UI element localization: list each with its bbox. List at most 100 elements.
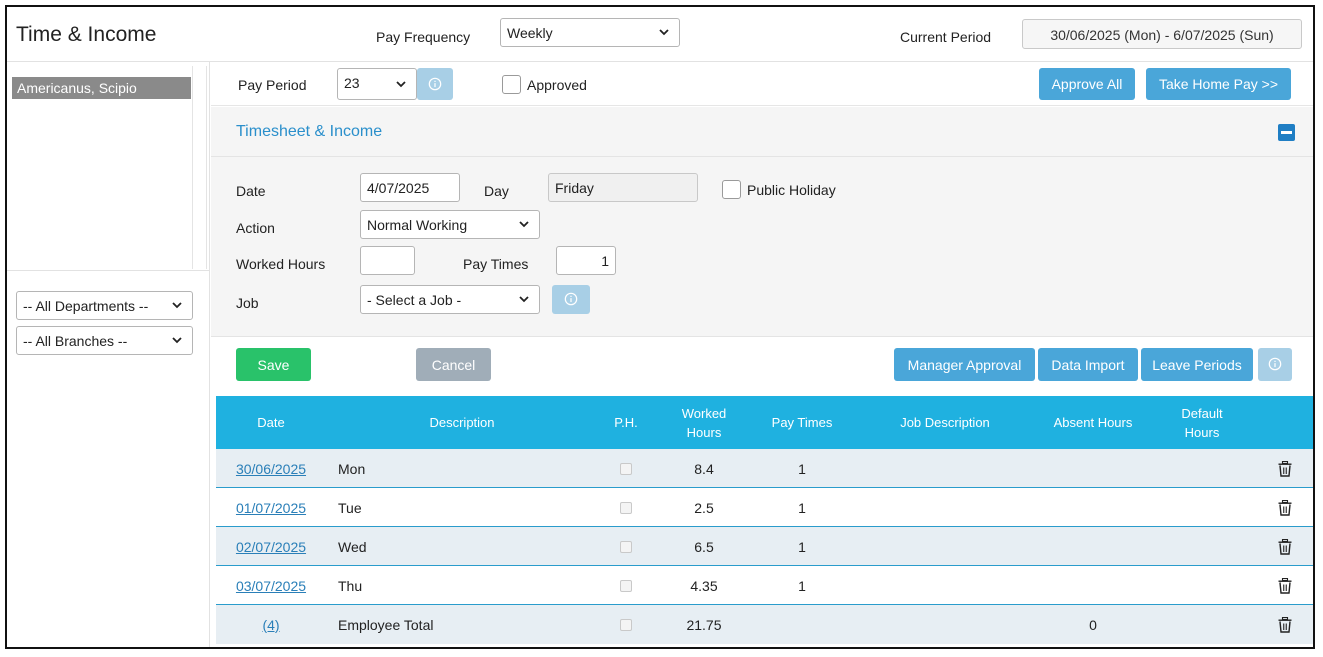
row-ph-checkbox[interactable] xyxy=(620,579,632,592)
main-content: Pay Period 23 Approved Approve All Take … xyxy=(211,62,1313,647)
trash-icon[interactable] xyxy=(1278,499,1292,516)
row-absent-hours xyxy=(1040,566,1146,605)
row-absent-hours: 0 xyxy=(1089,616,1097,633)
job-info-button[interactable] xyxy=(552,285,590,314)
manager-approval-button[interactable]: Manager Approval xyxy=(894,348,1035,381)
pay-period-label: Pay Period xyxy=(238,77,307,93)
row-date-link[interactable]: 02/07/2025 xyxy=(236,539,306,555)
employee-list-item[interactable]: Americanus, Scipio xyxy=(12,77,191,99)
column-header-absent-hours[interactable]: Absent Hours xyxy=(1040,396,1146,449)
leave-periods-button[interactable]: Leave Periods xyxy=(1141,348,1253,381)
row-pay-times: 1 xyxy=(798,577,806,594)
column-header-default-hours[interactable]: Default Hours xyxy=(1146,396,1258,449)
column-header-pay-times[interactable]: Pay Times xyxy=(754,396,850,449)
pay-frequency-select[interactable]: Weekly xyxy=(500,18,680,47)
row-job-description xyxy=(850,566,1040,605)
info-icon xyxy=(564,292,578,306)
row-default-hours xyxy=(1146,527,1258,566)
section-title[interactable]: Timesheet & Income xyxy=(236,123,382,141)
collapse-icon[interactable] xyxy=(1278,124,1295,141)
pay-frequency-value: Weekly xyxy=(507,25,553,41)
date-input[interactable]: 4/07/2025 xyxy=(360,173,460,202)
employee-list-scrollbar[interactable] xyxy=(192,66,206,269)
job-label: Job xyxy=(236,295,259,311)
form-actions-bar: Save Cancel Manager Approval Data Import… xyxy=(211,337,1313,392)
column-header-ph[interactable]: P.H. xyxy=(598,396,654,449)
row-pay-times: 1 xyxy=(798,499,806,516)
department-filter-select[interactable]: -- All Departments -- xyxy=(16,291,193,320)
column-header-worked-hours[interactable]: Worked Hours xyxy=(654,396,754,449)
trash-icon[interactable] xyxy=(1278,577,1292,594)
top-header: Time & Income Pay Frequency Weekly Curre… xyxy=(7,7,1313,62)
pay-frequency-label: Pay Frequency xyxy=(376,29,471,45)
actions-info-button[interactable] xyxy=(1258,348,1292,381)
row-default-hours xyxy=(1146,566,1258,605)
page-title: Time & Income xyxy=(16,23,157,46)
column-header-default-hours-line2: Hours xyxy=(1184,424,1220,440)
row-date-link[interactable]: 01/07/2025 xyxy=(236,500,306,516)
approve-all-button[interactable]: Approve All xyxy=(1039,68,1135,100)
pay-period-select[interactable]: 23 xyxy=(337,68,417,100)
pay-times-input[interactable]: 1 xyxy=(556,246,616,275)
row-ph-checkbox[interactable] xyxy=(620,540,632,553)
row-job-description xyxy=(850,488,1040,527)
pay-period-bar: Pay Period 23 Approved Approve All Take … xyxy=(211,62,1313,106)
row-worked-hours: 21.75 xyxy=(686,616,722,633)
row-ph-checkbox[interactable] xyxy=(620,462,632,475)
table-header: Date Description P.H. Worked Hours Pay T… xyxy=(216,396,1313,449)
public-holiday-checkbox[interactable] xyxy=(722,180,741,199)
column-header-job-description[interactable]: Job Description xyxy=(850,396,1040,449)
sidebar-divider xyxy=(7,270,210,271)
total-count-link[interactable]: (4) xyxy=(262,617,279,633)
pay-period-value: 23 xyxy=(344,75,360,91)
action-select[interactable]: Normal Working xyxy=(360,210,540,239)
row-absent-hours xyxy=(1040,488,1146,527)
row-date-link[interactable]: 30/06/2025 xyxy=(236,461,306,477)
row-pay-times: 1 xyxy=(798,538,806,555)
row-worked-hours: 4.35 xyxy=(690,577,718,594)
row-pay-times: 1 xyxy=(798,460,806,477)
timesheet-form: Date 4/07/2025 Day Friday Public Holiday… xyxy=(211,157,1313,337)
cancel-button[interactable]: Cancel xyxy=(416,348,491,381)
table-row: 03/07/2025 Thu 4.35 1 xyxy=(216,566,1313,605)
trash-icon[interactable] xyxy=(1278,616,1292,633)
trash-icon[interactable] xyxy=(1278,460,1292,477)
row-job-description xyxy=(850,527,1040,566)
row-ph-checkbox[interactable] xyxy=(620,618,632,631)
chevron-down-icon xyxy=(396,81,406,88)
action-value: Normal Working xyxy=(367,217,468,233)
column-header-default-hours-line1: Default xyxy=(1181,405,1223,421)
row-absent-hours xyxy=(1040,527,1146,566)
row-description: Employee Total xyxy=(338,616,434,633)
trash-icon[interactable] xyxy=(1278,538,1292,555)
row-default-hours xyxy=(1146,605,1258,644)
worked-hours-label: Worked Hours xyxy=(236,256,326,272)
column-header-worked-hours-line2: Hours xyxy=(686,424,722,440)
worked-hours-input[interactable] xyxy=(360,246,415,275)
data-import-button[interactable]: Data Import xyxy=(1038,348,1138,381)
info-icon xyxy=(1268,357,1282,371)
info-icon xyxy=(428,77,442,91)
job-select[interactable]: - Select a Job - xyxy=(360,285,540,314)
chevron-down-icon xyxy=(519,221,529,228)
column-header-date[interactable]: Date xyxy=(216,396,326,449)
approved-checkbox[interactable] xyxy=(502,75,521,94)
job-value: - Select a Job - xyxy=(367,292,462,308)
column-header-worked-hours-line1: Worked xyxy=(681,405,727,421)
app-window: Time & Income Pay Frequency Weekly Curre… xyxy=(5,5,1315,649)
current-period-display: 30/06/2025 (Mon) - 6/07/2025 (Sun) xyxy=(1022,19,1302,49)
column-header-description[interactable]: Description xyxy=(326,396,598,449)
pay-period-info-button[interactable] xyxy=(417,68,453,100)
table-row: 01/07/2025 Tue 2.5 1 xyxy=(216,488,1313,527)
branch-filter-select[interactable]: -- All Branches -- xyxy=(16,326,193,355)
timesheet-section-header: Timesheet & Income xyxy=(211,107,1313,157)
take-home-pay-button[interactable]: Take Home Pay >> xyxy=(1146,68,1291,100)
row-description: Tue xyxy=(338,499,362,516)
row-pay-times xyxy=(754,605,850,644)
public-holiday-label: Public Holiday xyxy=(747,182,836,198)
save-button[interactable]: Save xyxy=(236,348,311,381)
action-label: Action xyxy=(236,220,275,236)
row-ph-checkbox[interactable] xyxy=(620,501,632,514)
row-date-link[interactable]: 03/07/2025 xyxy=(236,578,306,594)
current-period-label: Current Period xyxy=(900,29,992,45)
